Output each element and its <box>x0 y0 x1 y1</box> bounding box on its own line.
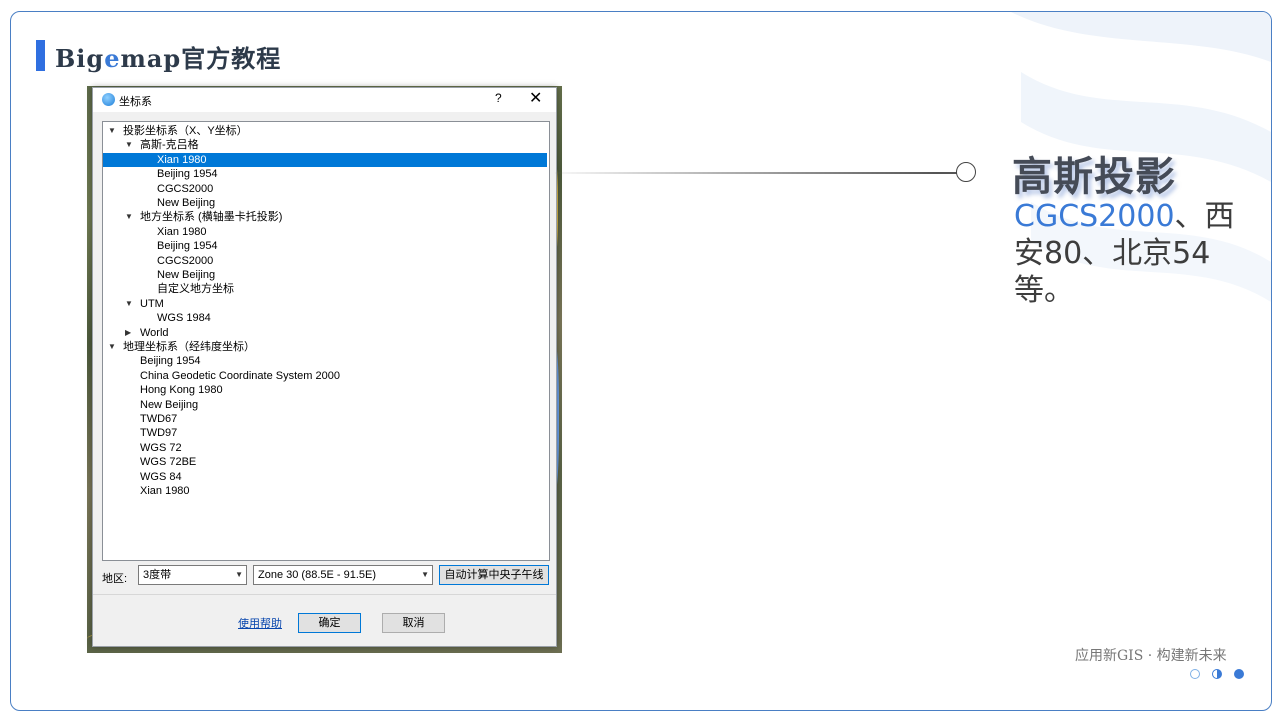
tree-item[interactable]: 高斯-克吕格 <box>140 138 199 152</box>
area-row: 地区: 3度带 ▼ Zone 30 (88.5E - 91.5E) ▼ 自动计算… <box>93 565 556 587</box>
collapse-arrow-icon[interactable]: ▼ <box>125 297 133 311</box>
callout-dot <box>956 162 976 182</box>
tree-item[interactable]: New Beijing <box>157 268 215 282</box>
tree-item[interactable]: WGS 84 <box>140 470 182 484</box>
tree-item[interactable]: WGS 72BE <box>140 455 196 469</box>
dropdown-arrow-icon: ▼ <box>421 570 429 579</box>
title-accent-letter: e <box>104 44 121 73</box>
tree-item[interactable]: New Beijing <box>157 196 215 210</box>
slide-tagline: 应用新GIS · 构建新未来 <box>1075 648 1227 664</box>
app-logo-icon <box>102 93 115 106</box>
description-accent: CGCS2000 <box>1014 199 1175 234</box>
title-accent-bar <box>36 40 45 71</box>
cancel-button[interactable]: 取消 <box>382 613 445 633</box>
tree-item[interactable]: WGS 1984 <box>157 311 211 325</box>
tree-item[interactable]: WGS 72 <box>140 441 182 455</box>
collapse-arrow-icon[interactable]: ▼ <box>125 138 133 152</box>
tree-item[interactable]: New Beijing <box>140 398 198 412</box>
dialog-titlebar: 坐标系 ? ✕ <box>93 88 556 112</box>
close-icon[interactable]: ✕ <box>529 88 542 108</box>
tree-item[interactable]: Hong Kong 1980 <box>140 383 223 397</box>
tree-item[interactable]: 自定义地方坐标 <box>157 282 234 296</box>
tree-item[interactable]: 地方坐标系 (横轴墨卡托投影) <box>140 210 282 224</box>
dialog-separator <box>93 594 556 595</box>
collapse-arrow-icon[interactable]: ▼ <box>125 210 133 224</box>
tree-item[interactable]: Xian 1980 <box>103 152 547 167</box>
tree-item[interactable]: CGCS2000 <box>157 254 213 268</box>
collapse-arrow-icon[interactable]: ▼ <box>108 340 116 354</box>
tree-item[interactable]: UTM <box>140 297 164 311</box>
area-label: 地区: <box>102 573 128 585</box>
tree-item[interactable]: CGCS2000 <box>157 182 213 196</box>
tree-item[interactable]: China Geodetic Coordinate System 2000 <box>140 369 340 383</box>
zone-select[interactable]: Zone 30 (88.5E - 91.5E) ▼ <box>253 565 433 585</box>
help-link[interactable]: 使用帮助 <box>238 615 282 631</box>
coordinate-system-tree[interactable]: ▼ 投影坐标系（X、Y坐标） ▼ 高斯-克吕格 Xian 1980 Beijing 195… <box>102 121 550 561</box>
tree-item[interactable]: TWD67 <box>140 412 177 426</box>
callout-line <box>555 172 957 174</box>
tree-item[interactable]: Xian 1980 <box>157 225 207 239</box>
tree-item[interactable]: Beijing 1954 <box>140 354 201 368</box>
auto-calc-meridian-button[interactable]: 自动计算中央子午线 <box>439 565 549 585</box>
coordinate-system-dialog: 坐标系 ? ✕ ▼ 投影坐标系（X、Y坐标） ▼ 高斯-克吕格 Xian 1980 Bei… <box>92 87 557 647</box>
collapse-arrow-icon[interactable]: ▼ <box>108 124 116 138</box>
ok-button[interactable]: 确定 <box>298 613 361 633</box>
tree-item[interactable]: TWD97 <box>140 426 177 440</box>
section-description: CGCS2000、西安80、北京54等。 <box>1014 198 1260 309</box>
zone-type-value: 3度带 <box>143 569 172 581</box>
slide-title: Bigemap官方教程 <box>55 39 281 74</box>
title-suffix: map官方教程 <box>120 44 282 73</box>
section-heading: 高斯投影 <box>1012 154 1176 200</box>
tree-item[interactable]: World <box>140 326 169 340</box>
page-dot-1 <box>1190 669 1200 679</box>
tree-item[interactable]: 地理坐标系（经纬度坐标） <box>123 340 255 354</box>
dropdown-arrow-icon: ▼ <box>235 570 243 579</box>
zone-type-select[interactable]: 3度带 ▼ <box>138 565 247 585</box>
title-prefix: Big <box>55 44 105 73</box>
page-dot-3 <box>1234 669 1244 679</box>
expand-arrow-icon[interactable]: ▶ <box>125 326 131 340</box>
dialog-title: 坐标系 <box>119 96 152 108</box>
tree-item[interactable]: 投影坐标系（X、Y坐标） <box>123 124 248 138</box>
tree-item[interactable]: Xian 1980 <box>140 484 190 498</box>
tree-item[interactable]: Beijing 1954 <box>157 239 218 253</box>
help-button[interactable]: ? <box>495 91 502 105</box>
page-dot-2 <box>1212 669 1222 679</box>
zone-value: Zone 30 (88.5E - 91.5E) <box>258 569 377 581</box>
tree-item[interactable]: Beijing 1954 <box>157 167 218 181</box>
